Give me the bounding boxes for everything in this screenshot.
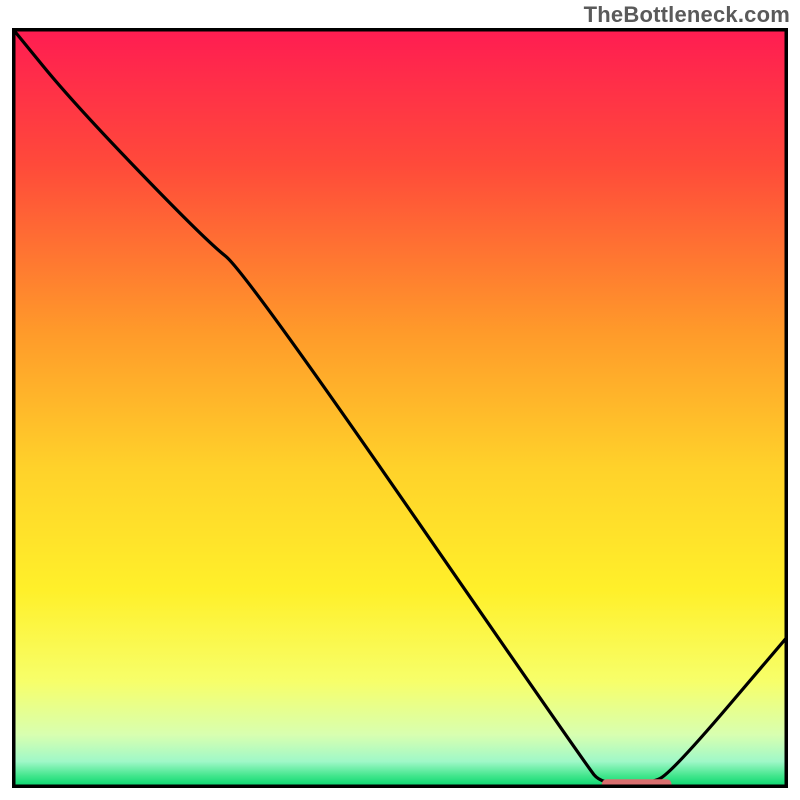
chart-container: TheBottleneck.com	[0, 0, 800, 800]
plot-background	[12, 28, 788, 788]
watermark-text: TheBottleneck.com	[584, 2, 790, 28]
bottleneck-chart	[12, 28, 788, 788]
